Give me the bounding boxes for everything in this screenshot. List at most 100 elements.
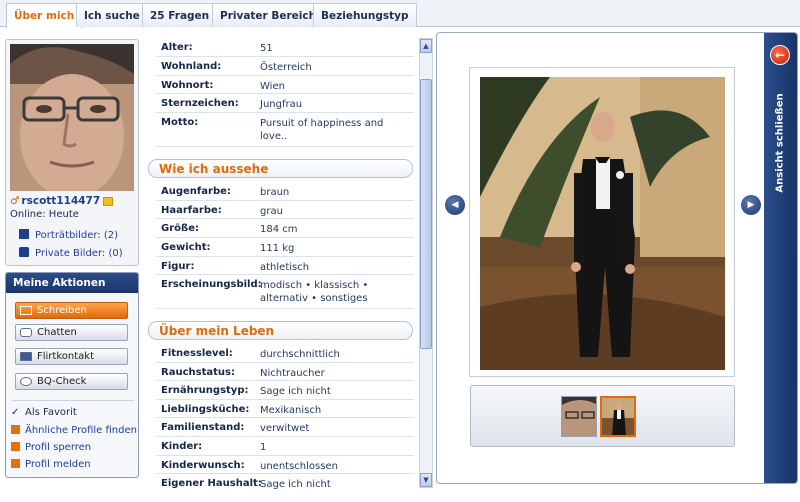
detail-value: 51 [260, 43, 273, 54]
detail-value: 111 kg [260, 243, 295, 254]
add-favorite-link[interactable]: ✓ Als Favorit [11, 407, 77, 418]
tab-privater-bereich[interactable]: Privater Bereich [212, 3, 325, 27]
detail-label: Ernährungstyp: [161, 385, 249, 396]
report-profile-label[interactable]: Profil melden [25, 459, 91, 470]
thumbnail-strip [470, 385, 735, 447]
detail-row: Wohnland: Österreich [156, 57, 414, 76]
detail-label: Wohnort: [161, 80, 214, 91]
similar-profiles-label[interactable]: Ähnliche Profile finden [25, 425, 137, 436]
profile-photo[interactable] [10, 44, 134, 191]
detail-value: athletisch [260, 262, 310, 273]
detail-row: Eigener Haushalt: Sage ich nicht [156, 474, 414, 492]
main-photo-frame [469, 67, 735, 377]
online-status: Online: Heute [10, 209, 79, 220]
life-section-header: Über mein Leben [148, 321, 413, 340]
block-profile-label[interactable]: Profil sperren [25, 442, 91, 453]
arrow-icon [11, 459, 20, 468]
bq-check-button[interactable]: BQ-Check [15, 373, 128, 390]
viewer-sidebar: ← Ansicht schließen [764, 33, 797, 483]
life-section-title: Über mein Leben [159, 324, 275, 338]
add-favorite-label[interactable]: Als Favorit [25, 407, 77, 418]
lock-icon [19, 247, 29, 257]
detail-label: Erscheinungsbild: [161, 279, 262, 290]
detail-row: Kinderwunsch: unentschlossen [156, 456, 414, 474]
detail-row: Rauchstatus: Nichtraucher [156, 363, 414, 381]
detail-value: Sage ich nicht [260, 386, 331, 397]
detail-value: Mexikanisch [260, 405, 322, 416]
username-text[interactable]: rscott114477 [21, 195, 100, 207]
detail-row: Erscheinungsbild: modisch • klassisch • a… [156, 275, 414, 309]
private-pictures-label[interactable]: Private Bilder: (0) [35, 248, 123, 259]
thumbnail-portrait[interactable] [561, 396, 597, 437]
detail-value: unentschlossen [260, 461, 338, 472]
tab-beziehungstyp[interactable]: Beziehungstyp [313, 3, 417, 27]
detail-row: Sternzeichen: Jungfrau [156, 94, 414, 113]
detail-row: Alter: 51 [156, 38, 414, 57]
detail-value: Pursuit of happiness and love.. [260, 118, 384, 142]
detail-label: Kinder: [161, 441, 203, 452]
chat-button[interactable]: Chatten [15, 324, 128, 341]
detail-row: Familienstand: verwitwet [156, 418, 414, 437]
detail-value: 1 [260, 442, 267, 453]
main-photo[interactable] [480, 77, 725, 370]
bq-check-label: BQ-Check [37, 376, 87, 387]
appearance-details: Augenfarbe: braun Haarfarbe: grau Größe: 18… [156, 182, 414, 309]
flirt-label: Flirtkontakt [37, 351, 94, 362]
tab-ich-suche[interactable]: Ich suche [76, 3, 148, 27]
block-profile-link[interactable]: Profil sperren [11, 442, 91, 453]
close-view-button[interactable]: Ansicht schließen [767, 73, 793, 213]
write-button[interactable]: Schreiben [15, 302, 128, 319]
tab-25-fragen[interactable]: 25 Fragen [142, 3, 218, 27]
detail-row: Lieblingsküche: Mexikanisch [156, 400, 414, 418]
thumbnail-full-body[interactable] [600, 396, 636, 437]
scroll-down-icon[interactable]: ▼ [420, 473, 432, 487]
detail-value: Österreich [260, 62, 312, 73]
detail-value: Sage ich nicht [260, 479, 331, 490]
scroll-thumb[interactable] [420, 79, 432, 349]
report-profile-link[interactable]: Profil melden [11, 459, 91, 470]
detail-row: Haarfarbe: grau [156, 201, 414, 219]
detail-value: 184 cm [260, 224, 298, 235]
detail-label: Lieblingsküche: [161, 404, 250, 415]
similar-profiles-link[interactable]: Ähnliche Profile finden [11, 425, 137, 436]
previous-photo-icon[interactable]: ◀ [445, 195, 465, 215]
details-scrollbar[interactable]: ▲ ▼ [419, 38, 433, 488]
detail-row: Größe: 184 cm [156, 219, 414, 238]
profile-card: ♂ rscott114477 Online: Heute Porträtbilde… [5, 39, 139, 266]
chat-label: Chatten [37, 327, 77, 338]
portrait-pictures-link[interactable]: Porträtbilder: (2) [19, 229, 118, 241]
my-actions-panel: Meine Aktionen Schreiben Chatten Flirtko… [5, 272, 139, 478]
detail-label: Größe: [161, 223, 199, 234]
flirt-icon [20, 352, 32, 361]
next-photo-icon[interactable]: ▶ [741, 195, 761, 215]
detail-label: Rauchstatus: [161, 367, 235, 378]
detail-value: modisch • klassisch • alternativ • sonst… [260, 280, 369, 304]
my-actions-title: Meine Aktionen [6, 273, 138, 293]
arrow-icon [11, 425, 20, 434]
tab-ueber-mich[interactable]: Über mich [6, 3, 83, 28]
detail-label: Haarfarbe: [161, 205, 222, 216]
portrait-pictures-label[interactable]: Porträtbilder: (2) [35, 230, 118, 241]
close-view-label[interactable]: Ansicht schließen [775, 93, 786, 192]
write-label: Schreiben [37, 305, 87, 316]
username[interactable]: ♂ rscott114477 [10, 195, 114, 207]
life-details: Fitnesslevel: durchschnittlich Rauchstatu… [156, 344, 414, 492]
scroll-up-icon[interactable]: ▲ [420, 39, 432, 53]
detail-row: Kinder: 1 [156, 437, 414, 456]
divider [12, 400, 134, 401]
detail-row: Fitnesslevel: durchschnittlich [156, 344, 414, 363]
detail-label: Augenfarbe: [161, 186, 231, 197]
envelope-icon [20, 306, 32, 315]
chat-icon [20, 328, 32, 337]
detail-row: Motto: Pursuit of happiness and love.. [156, 113, 414, 147]
male-icon: ♂ [10, 195, 20, 207]
detail-value: grau [260, 206, 283, 217]
detail-label: Kinderwunsch: [161, 460, 245, 471]
detail-row: Figur: athletisch [156, 257, 414, 275]
private-pictures-link[interactable]: Private Bilder: (0) [19, 247, 123, 259]
flirt-contact-button[interactable]: Flirtkontakt [15, 348, 128, 365]
detail-value: braun [260, 187, 290, 198]
detail-label: Alter: [161, 42, 193, 53]
appearance-section-header: Wie ich aussehe [148, 159, 413, 178]
close-view-icon[interactable]: ← [770, 45, 790, 65]
